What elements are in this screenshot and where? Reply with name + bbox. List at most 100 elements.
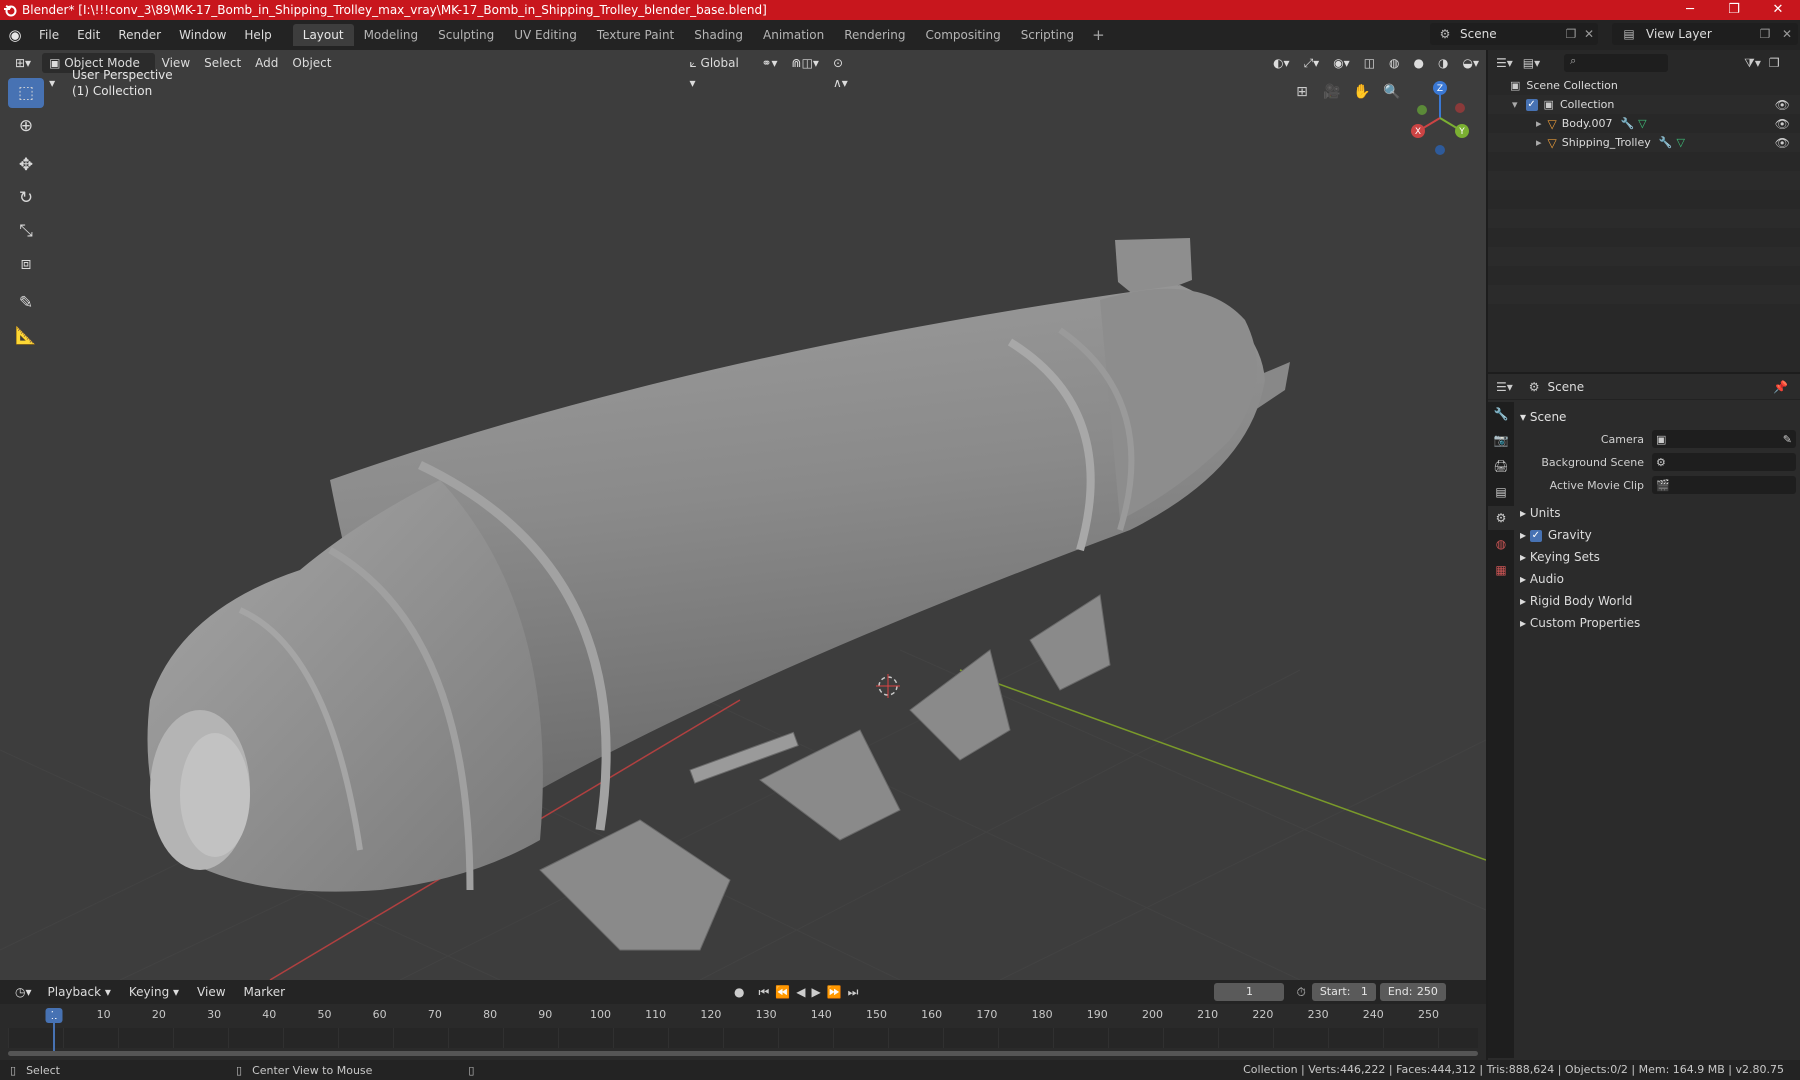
tab-compositing[interactable]: Compositing <box>915 24 1010 46</box>
tab-sculpting[interactable]: Sculpting <box>428 24 504 46</box>
proportional-edit-icon[interactable]: ⊙ ∧▾ <box>826 53 868 90</box>
viewport-menu-add[interactable]: Add <box>248 53 285 73</box>
panel-gravity[interactable]: ▸ ✓ Gravity <box>1520 524 1796 546</box>
snap-icon[interactable]: ⋒◫▾ <box>785 53 826 73</box>
rotate-tool-icon[interactable]: ↻ <box>8 183 44 213</box>
panel-units[interactable]: ▸ Units <box>1520 502 1796 524</box>
end-frame-field[interactable]: End: 250 <box>1379 983 1446 1001</box>
tab-rendering[interactable]: Rendering <box>834 24 915 46</box>
eyedropper-icon[interactable]: ✎ <box>1783 433 1792 446</box>
mesh-data-icon[interactable]: ▽ <box>1638 117 1646 130</box>
outliner-object-row[interactable]: ▸ ▽ Shipping_Trolley 🔧 ▽ 👁 <box>1488 133 1800 152</box>
cursor-tool-icon[interactable]: ⊕ <box>8 111 44 141</box>
visibility-icon[interactable]: ◐▾ <box>1266 53 1297 73</box>
timeline-menu-keying[interactable]: Keying ▾ <box>120 980 188 1004</box>
duplicate-scene-icon[interactable]: ❐ <box>1562 27 1580 41</box>
playback-controls[interactable]: ⏮⏪◀▶⏩⏭ <box>759 985 865 1000</box>
timeline-menu-marker[interactable]: Marker <box>235 980 294 1004</box>
tab-layout[interactable]: Layout <box>292 24 354 46</box>
menu-render[interactable]: Render <box>109 20 170 50</box>
add-workspace-button[interactable]: + <box>1084 26 1113 44</box>
xray-toggle-icon[interactable]: ◫ <box>1357 53 1382 73</box>
display-mode-icon[interactable]: ▤▾ <box>1523 56 1540 70</box>
record-icon[interactable]: ● <box>734 985 744 999</box>
measure-tool-icon[interactable]: 📐 <box>8 321 44 351</box>
timeline-menu-view[interactable]: View <box>188 980 234 1004</box>
expand-chevron-icon[interactable]: ▸ <box>1536 117 1542 130</box>
scene-tab-icon[interactable]: ⚙ <box>1488 506 1514 530</box>
panel-rigid-body-world[interactable]: ▸ Rigid Body World <box>1520 590 1796 612</box>
annotate-tool-icon[interactable]: ✎ <box>8 288 44 318</box>
camera-view-icon[interactable]: 🎥 <box>1320 80 1344 104</box>
scene-section-header[interactable]: ▾ Scene <box>1520 406 1796 428</box>
menu-window[interactable]: Window <box>170 20 235 50</box>
view-layer-tab-icon[interactable]: ▤ <box>1488 480 1514 504</box>
menu-edit[interactable]: Edit <box>68 20 109 50</box>
eye-icon[interactable]: 👁 <box>1775 136 1790 150</box>
outliner-collection[interactable]: ▾ ✓ ▣ Collection 👁 <box>1488 95 1800 114</box>
timeline-track[interactable] <box>8 1028 1478 1048</box>
start-frame-field[interactable]: Start: 1 <box>1311 983 1376 1001</box>
blender-menu-icon[interactable]: ◉ <box>0 26 30 44</box>
gravity-checkbox[interactable]: ✓ <box>1529 529 1542 542</box>
new-collection-icon[interactable]: ❐ <box>1769 56 1780 70</box>
maximize-button[interactable]: ❐ <box>1712 0 1756 20</box>
overlay-toggle-icon[interactable]: ◉▾ <box>1326 53 1357 73</box>
timeline-playhead[interactable] <box>53 1008 55 1052</box>
tool-settings-tab-icon[interactable]: 🔧 <box>1488 402 1514 426</box>
timeline-menu-playback[interactable]: Playback ▾ <box>39 980 120 1004</box>
tab-animation[interactable]: Animation <box>753 24 834 46</box>
active-movie-clip-field[interactable]: 🎬 <box>1652 476 1796 494</box>
transform-orientation-dropdown[interactable]: ⟀ Global ▾ <box>683 53 755 90</box>
navigation-gizmo[interactable]: Z X Y <box>1400 78 1480 158</box>
duplicate-layer-icon[interactable]: ❐ <box>1754 27 1776 41</box>
output-tab-icon[interactable]: 🖨 <box>1488 454 1514 478</box>
3d-viewport[interactable]: ⊞▾ ▣ Object Mode ▾ View Select Add Objec… <box>0 50 1486 980</box>
expand-chevron-icon[interactable]: ▾ <box>1512 98 1518 111</box>
3d-cursor[interactable] <box>876 674 900 698</box>
background-scene-field[interactable]: ⚙ <box>1652 453 1796 471</box>
tab-scripting[interactable]: Scripting <box>1011 24 1084 46</box>
tab-modeling[interactable]: Modeling <box>354 24 429 46</box>
scene-name-field[interactable]: Scene <box>1460 27 1562 41</box>
grid-view-icon[interactable]: ⊞ <box>1290 80 1314 104</box>
modifier-wrench-icon[interactable]: 🔧 <box>1620 117 1634 130</box>
pan-hand-icon[interactable]: ✋ <box>1350 80 1374 104</box>
shading-rendered-icon[interactable]: ◒▾ <box>1455 53 1486 73</box>
view-layer-name-field[interactable]: View Layer <box>1646 27 1754 41</box>
outliner-editor-type-icon[interactable]: ☰▾ <box>1496 56 1513 70</box>
eye-icon[interactable]: 👁 <box>1775 98 1790 112</box>
timeline-editor-type-icon[interactable]: ◷▾ <box>8 982 39 1002</box>
tab-texture-paint[interactable]: Texture Paint <box>587 24 684 46</box>
collection-checkbox[interactable]: ✓ <box>1525 98 1538 111</box>
shading-wireframe-icon[interactable]: ◍ <box>1382 53 1406 73</box>
remove-layer-icon[interactable]: ✕ <box>1776 27 1798 41</box>
minimize-button[interactable]: ─ <box>1668 0 1712 20</box>
gizmo-toggle-icon[interactable]: ⤢▾ <box>1297 53 1327 73</box>
world-tab-icon[interactable]: ◍ <box>1488 532 1514 556</box>
outliner-scene-collection[interactable]: ▣ Scene Collection <box>1488 76 1800 95</box>
texture-tab-icon[interactable]: ▦ <box>1488 558 1514 582</box>
timeline-ruler[interactable]: 1102030405060708090100110120130140150160… <box>8 1008 1478 1028</box>
render-tab-icon[interactable]: 📷 <box>1488 428 1514 452</box>
pivot-icon[interactable]: ⚭▾ <box>754 53 784 73</box>
outliner-object-row[interactable]: ▸ ▽ Body.007 🔧 ▽ 👁 <box>1488 114 1800 133</box>
viewport-menu-select[interactable]: Select <box>197 53 248 73</box>
panel-audio[interactable]: ▸ Audio <box>1520 568 1796 590</box>
close-button[interactable]: ✕ <box>1756 0 1800 20</box>
tab-shading[interactable]: Shading <box>684 24 753 46</box>
eye-icon[interactable]: 👁 <box>1775 117 1790 131</box>
menu-file[interactable]: File <box>30 20 68 50</box>
shading-solid-icon[interactable]: ● <box>1407 53 1431 73</box>
select-box-tool-icon[interactable]: ⬚ <box>8 78 44 108</box>
current-frame-field[interactable]: 1 <box>1214 983 1285 1001</box>
filter-icon[interactable]: ⧩▾ <box>1744 56 1761 71</box>
expand-chevron-icon[interactable]: ▸ <box>1536 136 1542 149</box>
menu-help[interactable]: Help <box>235 20 280 50</box>
view-layer-selector[interactable]: ▤ View Layer ❐ ✕ <box>1612 23 1798 45</box>
tab-uv-editing[interactable]: UV Editing <box>504 24 587 46</box>
panel-custom-properties[interactable]: ▸ Custom Properties <box>1520 612 1796 634</box>
mesh-data-icon[interactable]: ▽ <box>1676 136 1684 149</box>
outliner-search-input[interactable]: ⌕ <box>1564 54 1669 72</box>
modifier-wrench-icon[interactable]: 🔧 <box>1659 136 1673 149</box>
